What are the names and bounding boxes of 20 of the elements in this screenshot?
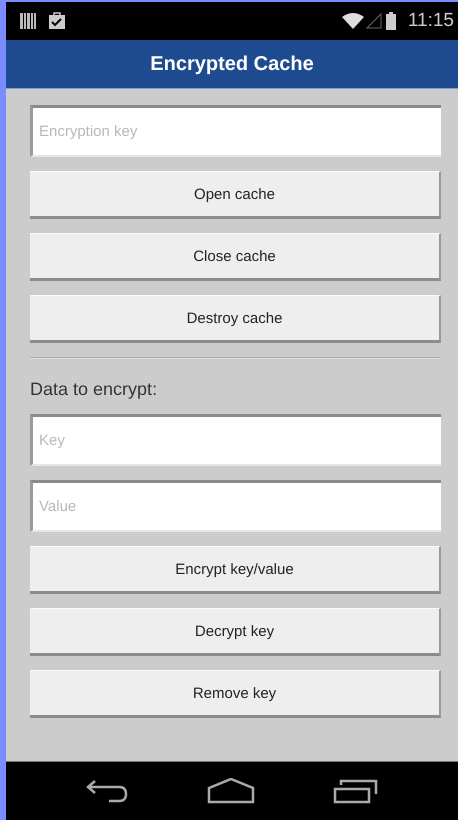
action-button[interactable]: Decrypt key bbox=[30, 608, 441, 656]
clock: 11:15 bbox=[408, 10, 454, 32]
recent-apps-icon[interactable] bbox=[333, 778, 379, 804]
action-button[interactable]: Close cache bbox=[30, 233, 441, 281]
back-icon[interactable] bbox=[85, 778, 129, 804]
action-button[interactable]: Destroy cache bbox=[30, 295, 441, 343]
signal-icon bbox=[366, 13, 382, 29]
battery-icon bbox=[386, 12, 396, 30]
action-button[interactable]: Open cache bbox=[30, 171, 441, 219]
app-title: Encrypted Cache bbox=[150, 52, 314, 76]
barcode-icon bbox=[20, 13, 36, 29]
text-field[interactable]: Value bbox=[30, 480, 441, 532]
wifi-icon bbox=[342, 13, 364, 29]
text-field[interactable]: Encryption key bbox=[30, 105, 441, 157]
action-button[interactable]: Remove key bbox=[30, 670, 441, 718]
action-button[interactable]: Encrypt key/value bbox=[30, 546, 441, 594]
home-icon[interactable] bbox=[207, 778, 255, 804]
text-field[interactable]: Key bbox=[30, 414, 441, 466]
clipboard-check-icon bbox=[48, 12, 66, 30]
section-heading: Data to encrypt: bbox=[30, 379, 158, 400]
